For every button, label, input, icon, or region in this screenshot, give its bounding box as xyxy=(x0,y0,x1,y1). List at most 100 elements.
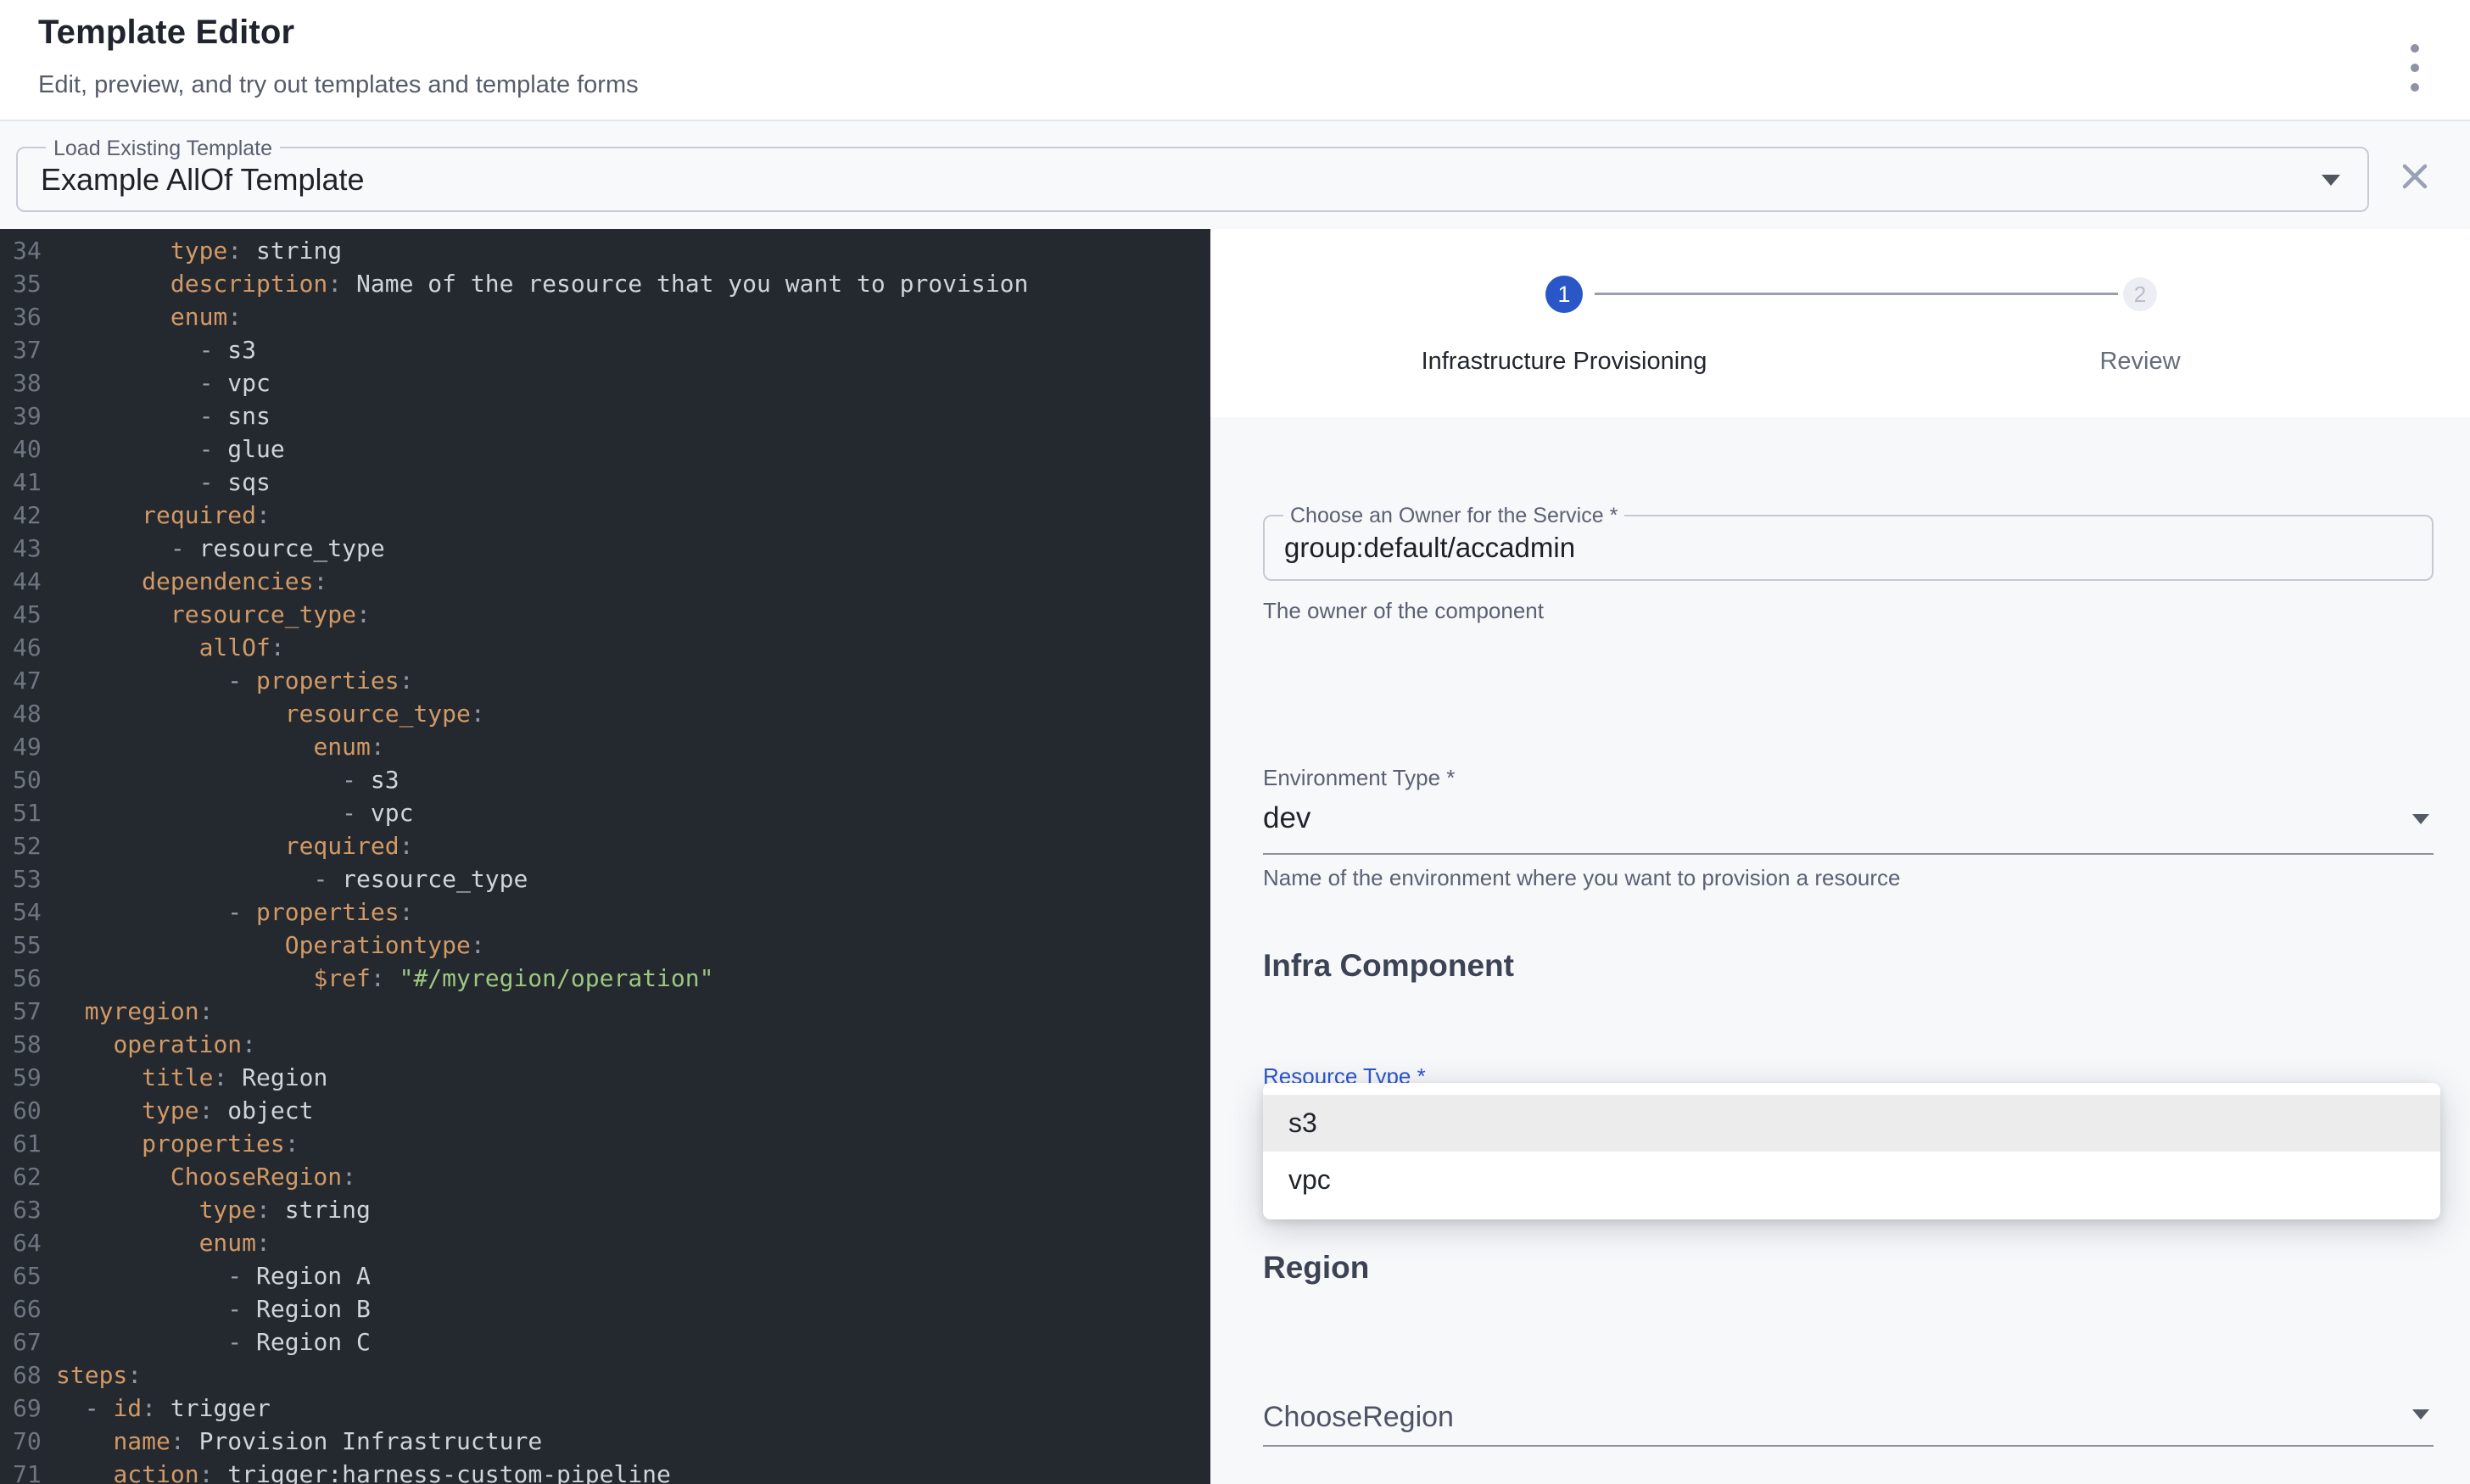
kebab-vertical-icon xyxy=(2411,83,2419,92)
page-header: Template Editor Edit, preview, and try o… xyxy=(0,0,2470,121)
step-1-circle: 1 xyxy=(1545,276,1583,313)
line-number: 49 xyxy=(0,730,56,763)
code-line: 42 required: xyxy=(0,499,1210,532)
page-subtitle: Edit, preview, and try out templates and… xyxy=(38,71,639,99)
environment-field-label: Environment Type * xyxy=(1263,765,1455,791)
infra-component-heading: Infra Component xyxy=(1263,948,1514,984)
code-line: 56 $ref: "#/myregion/operation" xyxy=(0,962,1210,995)
code-line: 58 operation: xyxy=(0,1028,1210,1061)
line-number: 51 xyxy=(0,796,56,829)
line-number: 47 xyxy=(0,664,56,697)
code-line: 41 - sqs xyxy=(0,466,1210,499)
line-number: 41 xyxy=(0,466,56,499)
select-arrow-icon xyxy=(2412,1409,2429,1420)
line-number: 64 xyxy=(0,1226,56,1259)
line-number: 48 xyxy=(0,697,56,730)
code-line: 65 - Region A xyxy=(0,1259,1210,1292)
line-number: 53 xyxy=(0,862,56,895)
code-line: 34 type: string xyxy=(0,234,1210,267)
region-heading: Region xyxy=(1263,1250,1369,1286)
line-number: 62 xyxy=(0,1160,56,1193)
load-template-section: Load Existing Template Example AllOf Tem… xyxy=(0,121,2470,229)
line-number: 70 xyxy=(0,1425,56,1458)
environment-underline xyxy=(1263,853,2434,855)
line-number: 40 xyxy=(0,432,56,466)
code-line: 45 resource_type: xyxy=(0,598,1210,631)
line-number: 63 xyxy=(0,1193,56,1226)
line-number: 39 xyxy=(0,399,56,432)
code-line: 55 Operationtype: xyxy=(0,929,1210,962)
line-number: 55 xyxy=(0,929,56,962)
code-line: 39 - sns xyxy=(0,399,1210,432)
line-number: 71 xyxy=(0,1458,56,1484)
code-line: 68steps: xyxy=(0,1358,1210,1392)
line-number: 67 xyxy=(0,1325,56,1358)
yaml-code-editor[interactable]: 34 type: string35 description: Name of t… xyxy=(0,229,1210,1484)
line-number: 61 xyxy=(0,1127,56,1160)
line-number: 43 xyxy=(0,532,56,565)
code-line: 43 - resource_type xyxy=(0,532,1210,565)
code-line: 47 - properties: xyxy=(0,664,1210,697)
owner-field-value: group:default/accadmin xyxy=(1284,516,1575,579)
code-line: 59 title: Region xyxy=(0,1061,1210,1094)
line-number: 56 xyxy=(0,962,56,995)
code-line: 49 enum: xyxy=(0,730,1210,763)
code-line: 69 - id: trigger xyxy=(0,1392,1210,1425)
form-preview-panel xyxy=(1210,229,2470,1484)
code-line: 52 required: xyxy=(0,829,1210,862)
line-number: 35 xyxy=(0,267,56,300)
code-line: 57 myregion: xyxy=(0,995,1210,1028)
code-line: 53 - resource_type xyxy=(0,862,1210,895)
line-number: 58 xyxy=(0,1028,56,1061)
step-1-label: Infrastructure Provisioning xyxy=(1422,348,1707,376)
code-line: 40 - glue xyxy=(0,432,1210,466)
line-number: 60 xyxy=(0,1094,56,1127)
close-icon xyxy=(2400,162,2429,191)
line-number: 59 xyxy=(0,1061,56,1094)
line-number: 65 xyxy=(0,1259,56,1292)
more-options-button[interactable] xyxy=(2406,44,2424,92)
resource-menu-list: s3vpc xyxy=(1263,1095,2440,1208)
code-line: 54 - properties: xyxy=(0,895,1210,929)
step-2-circle: 2 xyxy=(2123,277,2157,311)
code-line: 67 - Region C xyxy=(0,1325,1210,1358)
step-2-label: Review xyxy=(2099,348,2180,376)
environment-helper-text: Name of the environment where you want t… xyxy=(1263,865,1901,891)
owner-helper-text: The owner of the component xyxy=(1263,598,1544,624)
resource-type-menu: s3vpc xyxy=(1263,1083,2440,1219)
page-title: Template Editor xyxy=(38,14,294,52)
line-number: 69 xyxy=(0,1392,56,1425)
code-line: 60 type: object xyxy=(0,1094,1210,1127)
owner-input[interactable]: Choose an Owner for the Service * group:… xyxy=(1263,515,2434,581)
stepper-connector xyxy=(1595,293,2118,295)
code-line: 66 - Region B xyxy=(0,1292,1210,1325)
code-lines: 34 type: string35 description: Name of t… xyxy=(0,229,1210,1484)
code-line: 36 enum: xyxy=(0,300,1210,333)
code-line: 38 - vpc xyxy=(0,366,1210,399)
clear-template-button[interactable] xyxy=(2400,162,2429,191)
code-line: 64 enum: xyxy=(0,1226,1210,1259)
code-line: 71 action: trigger:harness-custom-pipeli… xyxy=(0,1458,1210,1484)
load-template-select[interactable]: Load Existing Template Example AllOf Tem… xyxy=(16,147,2369,212)
template-editor-page: Template Editor Edit, preview, and try o… xyxy=(0,0,2470,1484)
line-number: 44 xyxy=(0,565,56,598)
line-number: 68 xyxy=(0,1358,56,1392)
caret-down-icon xyxy=(2322,175,2340,186)
line-number: 66 xyxy=(0,1292,56,1325)
menu-item-s3[interactable]: s3 xyxy=(1263,1095,2440,1152)
code-line: 44 dependencies: xyxy=(0,565,1210,598)
code-line: 46 allOf: xyxy=(0,631,1210,664)
kebab-vertical-icon xyxy=(2411,44,2419,53)
choose-region-select[interactable]: ChooseRegion xyxy=(1263,1401,1454,1434)
line-number: 52 xyxy=(0,829,56,862)
environment-select[interactable]: dev xyxy=(1263,801,1310,835)
menu-item-vpc[interactable]: vpc xyxy=(1263,1152,2440,1208)
code-line: 50 - s3 xyxy=(0,763,1210,796)
code-line: 61 properties: xyxy=(0,1127,1210,1160)
code-line: 37 - s3 xyxy=(0,333,1210,366)
code-line: 51 - vpc xyxy=(0,796,1210,829)
line-number: 57 xyxy=(0,995,56,1028)
line-number: 37 xyxy=(0,333,56,366)
load-template-value: Example AllOf Template xyxy=(41,148,365,210)
code-line: 70 name: Provision Infrastructure xyxy=(0,1425,1210,1458)
